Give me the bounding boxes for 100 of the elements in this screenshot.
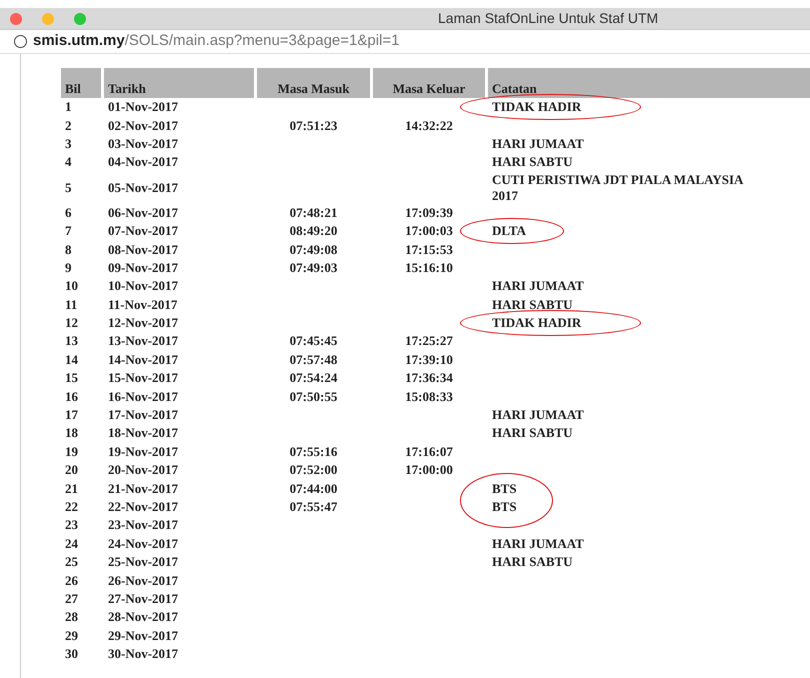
table-cell-text: 26-Nov-2017 [107,572,180,590]
table-cell-text: 18 [64,424,79,442]
table-cell-text: 10-Nov-2017 [107,277,180,296]
table-cell-text: 17-Nov-2017 [107,406,180,424]
table-cell: 15:08:33 [405,388,453,405]
table-cell-text: CUTI PERISTIWA JDT PIALA MALAYSIA 2017 [492,172,744,204]
table-cell-text: 07-Nov-2017 [107,222,180,240]
table-cell: HARI JUMAAT [492,278,584,294]
table-cell-text: 26 [64,572,79,590]
url-text: smis.utm.my/SOLS/main.asp?menu=3&page=1&pil=1 [33,31,400,52]
table-cell-text: 6 [64,204,72,222]
table-cell: 17:16:07 [405,444,453,460]
table-cell-text: 17 [64,406,79,424]
table-cell: 07:55:47 [290,499,338,515]
table-cell-text: 24 [64,534,79,553]
table-cell-text: 28 [64,608,79,626]
table-cell: 17:15:53 [405,242,453,258]
table-cell-text: 03-Nov-2017 [107,134,180,153]
table-cell: 07:57:48 [290,352,338,368]
table-cell: HARI JUMAAT [492,407,584,424]
table-cell-text: 29-Nov-2017 [107,626,180,645]
table-cell-text: 22-Nov-2017 [107,498,180,516]
table-cell-text: 29 [64,626,79,645]
table-cell-text: 15-Nov-2017 [107,369,180,388]
table-cell-text: 4 [64,153,72,172]
table-cell: 08:49:20 [290,223,338,240]
table-cell: 17:25:27 [405,333,453,350]
table-cell: 17:39:10 [405,352,453,368]
table-cell-text: 02-Nov-2017 [107,116,180,135]
table-cell: 17:36:34 [405,370,453,386]
table-cell-text: 13-Nov-2017 [107,332,180,350]
table-cell: 07:44:00 [290,480,338,497]
table-cell-text: 27-Nov-2017 [107,590,180,608]
table-cell: HARI SABTU [492,554,573,570]
table-cell-text: 23-Nov-2017 [107,516,180,534]
column-header: Bil [61,68,101,98]
table-cell: 07:52:00 [290,462,338,478]
table-cell: 07:55:16 [290,444,338,460]
table-cell-text: 8 [64,240,72,259]
table-cell-text: 04-Nov-2017 [107,153,180,172]
table-cell-text: 12 [64,314,79,332]
table-cell-text: 13 [64,332,79,350]
table-cell-text: 28-Nov-2017 [107,608,180,626]
table-cell-text: 20-Nov-2017 [107,461,180,480]
table-cell: TIDAK HADIR [492,315,582,332]
table-cell: HARI SABTU [492,425,573,442]
table-cell: 17:00:03 [405,223,453,240]
column-header: Catatan [488,68,810,98]
table-cell-text: 12-Nov-2017 [107,314,180,332]
table-cell: 17:09:39 [405,204,453,221]
table-cell-text: 19-Nov-2017 [107,442,180,461]
table-cell-text: 22 [64,498,79,516]
table-cell-text: 14 [64,350,79,369]
table-cell-text: 08-Nov-2017 [107,240,180,259]
table-cell-text: 19 [64,442,79,461]
table-cell-text: 16 [64,388,79,406]
table-cell: 15:16:10 [405,260,453,276]
table-cell-text: 11-Nov-2017 [107,296,178,314]
table-cell: 07:45:45 [290,333,338,350]
table-cell: DLTA [492,223,526,240]
table-cell: 07:51:23 [290,118,338,134]
table-cell: HARI SABTU [492,154,573,170]
column-header: Tarikh [104,68,254,98]
table-cell-text: 25 [64,553,79,572]
table-cell-text: 05-Nov-2017 [107,178,180,197]
table-cell-text: 11 [64,296,78,314]
table-cell-text: 2 [64,116,72,135]
table-cell-text: 10 [64,277,79,296]
table-cell-text: 27 [64,590,79,608]
table-cell: 07:50:55 [290,388,338,405]
table-cell: TIDAK HADIR [492,99,582,116]
column-header: Masa Keluar [373,68,485,98]
table-cell-text: 30-Nov-2017 [107,645,180,664]
table-cell-text: 20 [64,461,79,480]
table-cell-text: 25-Nov-2017 [107,553,180,572]
column-header: Masa Masuk [257,68,370,98]
table-cell: BTS [492,499,517,515]
table-cell-text: 24-Nov-2017 [107,534,180,553]
table-cell-text: 3 [64,134,72,153]
table-cell-text: 16-Nov-2017 [107,388,180,406]
table-cell: 07:48:21 [290,204,338,221]
table-cell: BTS [492,480,517,497]
table-cell: 14:32:22 [405,118,453,134]
table-cell-text: 21 [64,480,79,498]
table-cell-text: 09-Nov-2017 [107,258,180,277]
table-cell: HARI JUMAAT [492,136,584,152]
table-cell: HARI SABTU [492,296,573,313]
table-cell-text: 23 [64,516,79,534]
table-cell: HARI JUMAAT [492,536,584,552]
table-cell-text: 18-Nov-2017 [107,424,180,442]
table-cell: 07:54:24 [290,370,338,386]
table-cell-text: 15 [64,369,79,388]
window-title: Laman StafOnLine Untuk Staf UTM [438,9,658,28]
table-cell-text: 30 [64,645,79,664]
table-cell: 07:49:03 [290,260,338,276]
table-cell-text: 1 [64,98,72,116]
table-cell-text: 9 [64,258,72,277]
table-cell-text: 06-Nov-2017 [107,204,180,222]
table-cell-text: 7 [64,222,72,240]
table-cell-text: 14-Nov-2017 [107,350,180,369]
